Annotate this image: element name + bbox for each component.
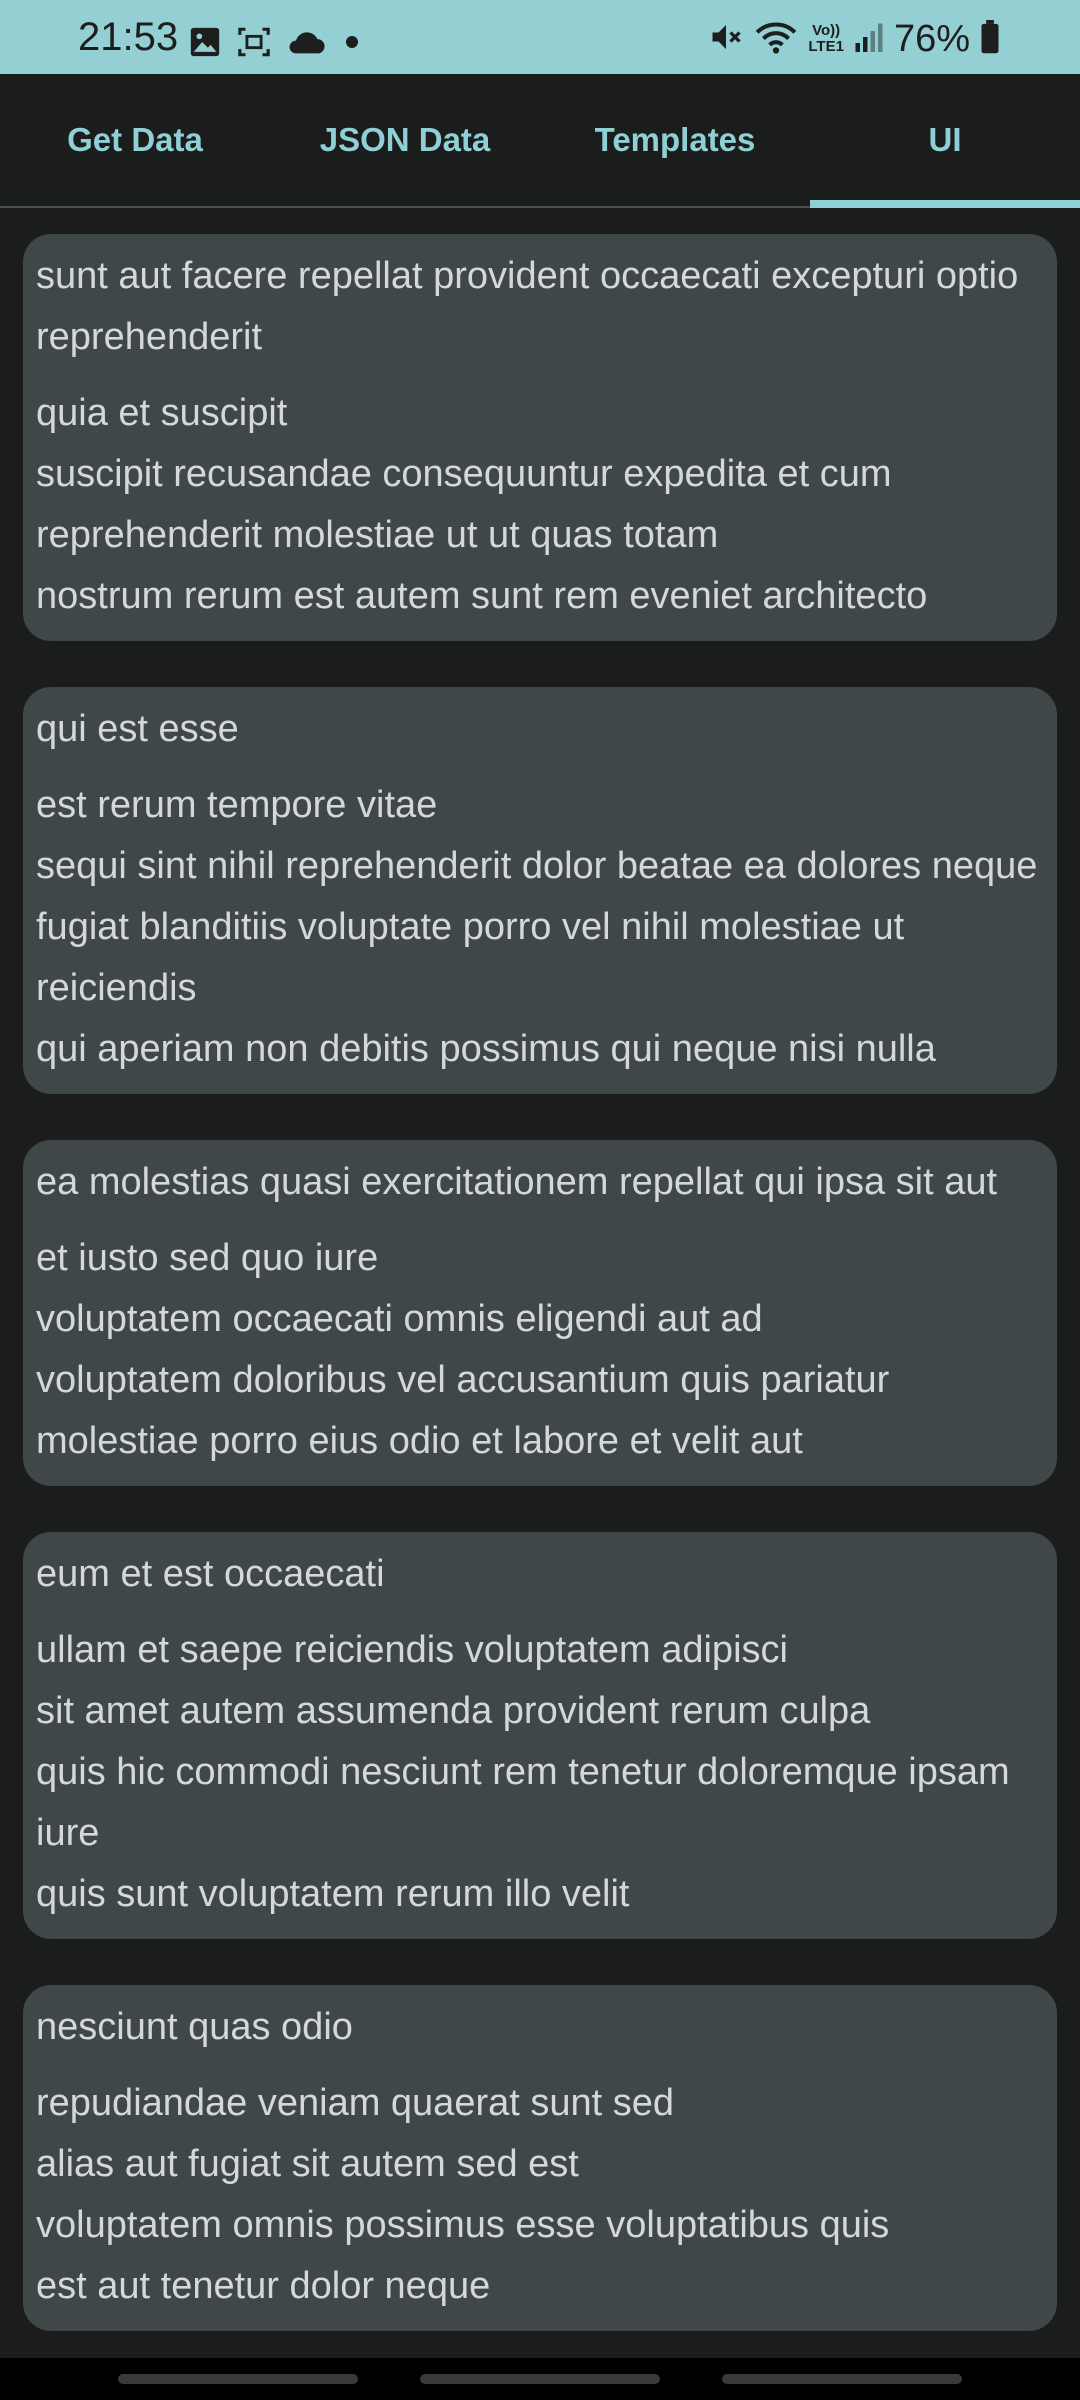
volte-icon: Vo)) LTE1 bbox=[808, 22, 844, 55]
post-title: nesciunt quas odio bbox=[36, 2006, 353, 2048]
post-body: quia et suscipit suscipit recusandae con… bbox=[36, 392, 928, 617]
battery-percent: 76% bbox=[893, 18, 970, 60]
battery-icon bbox=[980, 19, 1000, 59]
system-icons: Vo)) LTE1 76% bbox=[708, 16, 1000, 62]
navigation-bar bbox=[0, 2358, 1080, 2400]
post-card[interactable]: sunt aut facere repellat provident occae… bbox=[23, 234, 1057, 641]
tab-templates[interactable]: Templates bbox=[540, 74, 810, 206]
post-body: et iusto sed quo iure voluptatem occaeca… bbox=[36, 1237, 890, 1462]
post-card[interactable]: eum et est occaecati ullam et saepe reic… bbox=[23, 1532, 1057, 1939]
tab-label: UI bbox=[928, 121, 962, 158]
post-body: ullam et saepe reiciendis voluptatem adi… bbox=[36, 1629, 1010, 1915]
screenshot-icon bbox=[236, 25, 272, 64]
tab-label: JSON Data bbox=[319, 121, 491, 158]
image-icon bbox=[188, 25, 222, 64]
wifi-icon bbox=[754, 19, 798, 60]
tab-label: Templates bbox=[594, 121, 756, 158]
tab-json-data[interactable]: JSON Data bbox=[270, 74, 540, 206]
post-title: qui est esse bbox=[36, 708, 239, 750]
post-card[interactable]: ea molestias quasi exercitationem repell… bbox=[23, 1140, 1057, 1486]
post-title: eum et est occaecati bbox=[36, 1553, 385, 1595]
tab-ui[interactable]: UI bbox=[810, 74, 1080, 208]
dot-icon bbox=[340, 30, 364, 59]
posts-list[interactable]: sunt aut facere repellat provident occae… bbox=[0, 208, 1080, 2358]
status-time: 21:53 bbox=[78, 15, 179, 59]
post-card[interactable]: nesciunt quas odio repudiandae veniam qu… bbox=[23, 1985, 1057, 2331]
notification-icons bbox=[188, 24, 364, 64]
mute-icon bbox=[708, 19, 744, 60]
post-card[interactable]: qui est esse est rerum tempore vitae seq… bbox=[23, 687, 1057, 1094]
nav-back-button[interactable] bbox=[722, 2374, 962, 2384]
tab-bar: Get Data JSON Data Templates UI bbox=[0, 74, 1080, 208]
tab-get-data[interactable]: Get Data bbox=[0, 74, 270, 206]
cloud-icon bbox=[286, 27, 326, 62]
nav-home-button[interactable] bbox=[420, 2374, 660, 2384]
app-screen: 21:53 Vo)) LTE1 76% Get Data JSON Data T… bbox=[0, 0, 1080, 2400]
post-title: sunt aut facere repellat provident occae… bbox=[36, 255, 1019, 358]
tab-label: Get Data bbox=[67, 121, 203, 158]
signal-icon bbox=[854, 20, 884, 59]
status-bar: 21:53 Vo)) LTE1 76% bbox=[0, 0, 1080, 74]
post-body: repudiandae veniam quaerat sunt sed alia… bbox=[36, 2082, 890, 2307]
nav-recents-button[interactable] bbox=[118, 2374, 358, 2384]
post-body: est rerum tempore vitae sequi sint nihil… bbox=[36, 784, 1038, 1070]
post-title: ea molestias quasi exercitationem repell… bbox=[36, 1161, 998, 1203]
